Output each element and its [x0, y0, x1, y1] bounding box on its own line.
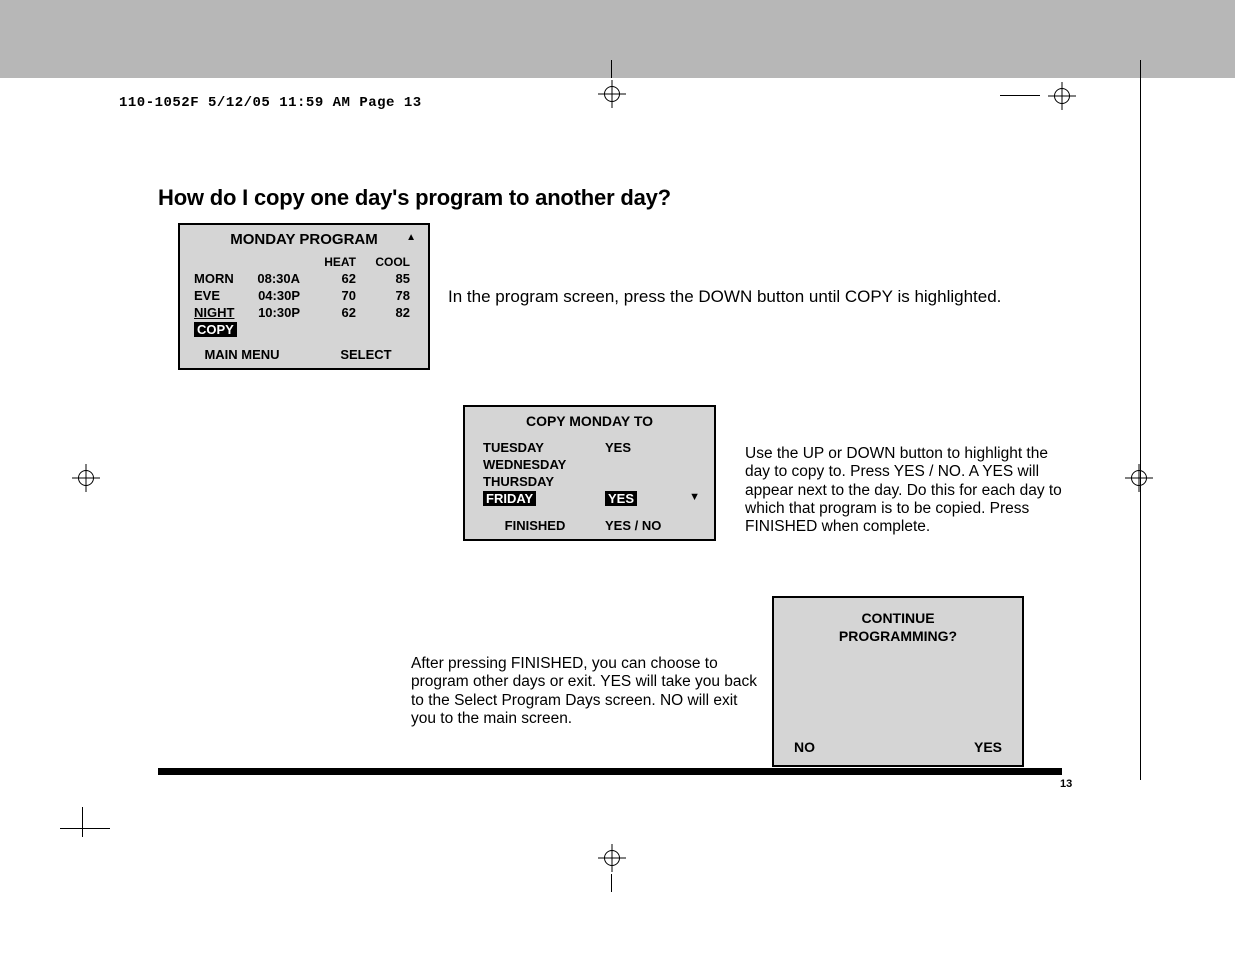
registration-mark-right — [1125, 464, 1153, 492]
yes-button[interactable]: YES — [974, 739, 1002, 755]
instruction-text-3: After pressing FINISHED, you can choose … — [411, 655, 759, 728]
table-row: NIGHT 10:30P 62 82 — [180, 304, 428, 321]
instruction-text-2: Use the UP or DOWN button to highlight t… — [745, 445, 1075, 536]
copy-row: COPY — [180, 321, 428, 338]
registration-mark-top — [598, 80, 626, 108]
footer-rule — [158, 768, 1062, 775]
page-number: 13 — [1060, 778, 1072, 790]
print-slug: 110-1052F 5/12/05 11:59 AM Page 13 — [119, 95, 422, 111]
continue-line2: PROGRAMMING? — [839, 628, 957, 644]
day-row: THURSDAY — [465, 473, 714, 490]
heat-header: HEAT — [312, 254, 372, 270]
table-row: MORN 08:30A 62 85 — [180, 270, 428, 287]
panel2-title: COPY MONDAY TO — [465, 407, 714, 434]
table-row: EVE 04:30P 70 78 — [180, 287, 428, 304]
down-arrow-icon: ▼ — [689, 491, 700, 503]
section-heading: How do I copy one day's program to anoth… — [158, 185, 1078, 211]
select-button[interactable]: SELECT — [304, 347, 428, 362]
cool-header: COOL — [372, 254, 428, 270]
day-row: WEDNESDAY — [465, 456, 714, 473]
no-button[interactable]: NO — [794, 739, 815, 755]
finished-button[interactable]: FINISHED — [465, 518, 605, 533]
continue-panel: CONTINUE PROGRAMMING? NO YES — [772, 596, 1024, 767]
crop-mark — [60, 828, 110, 829]
crop-mark — [611, 60, 612, 78]
registration-mark-left — [72, 464, 100, 492]
crop-mark — [611, 874, 612, 892]
day-row-highlighted: FRIDAY YES — [465, 490, 714, 507]
day-row: TUESDAY YES — [465, 439, 714, 456]
copy-to-panel: COPY MONDAY TO TUESDAY YES WEDNESDAY THU… — [463, 405, 716, 541]
crop-mark — [82, 807, 83, 837]
registration-mark-tr — [1048, 82, 1076, 110]
up-arrow-icon: ▲ — [406, 232, 416, 243]
panel1-title: MONDAY PROGRAM — [230, 231, 378, 248]
monday-program-panel: MONDAY PROGRAM ▲ HEAT COOL MORN 08:30A 6… — [178, 223, 430, 370]
yes-no-button[interactable]: YES / NO — [605, 518, 714, 533]
crop-mark — [1140, 60, 1141, 780]
program-table: HEAT COOL MORN 08:30A 62 85 EVE 04:30P 7… — [180, 254, 428, 338]
registration-mark-bottom — [598, 844, 626, 872]
continue-line1: CONTINUE — [861, 610, 934, 626]
instruction-text-1: In the program screen, press the DOWN bu… — [448, 287, 1038, 307]
main-menu-button[interactable]: MAIN MENU — [180, 347, 304, 362]
crop-mark — [1000, 95, 1040, 96]
